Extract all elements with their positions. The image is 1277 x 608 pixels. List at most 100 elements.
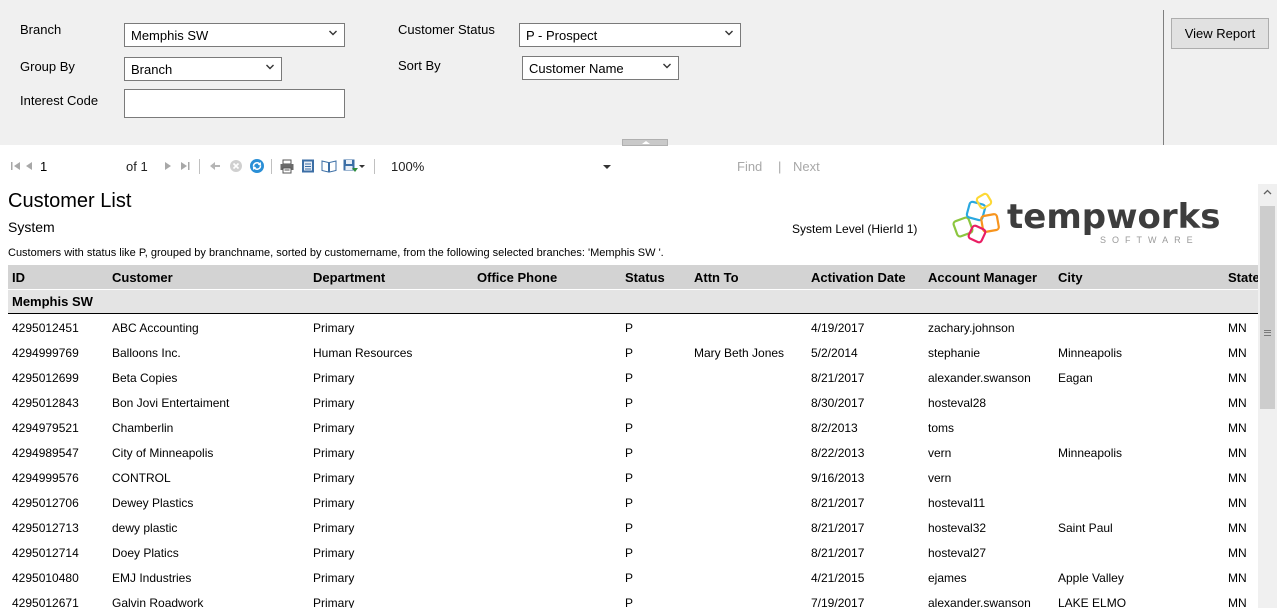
table-row: 4295012843 Bon Jovi Entertaiment Primary P 8… [8, 390, 1258, 415]
cell-status: P [625, 496, 634, 510]
report-description: Customers with status like P, grouped by… [8, 247, 664, 259]
cell-id: 4294989547 [12, 446, 79, 460]
column-header-state: State [1228, 270, 1258, 285]
cell-state: MN [1228, 596, 1247, 608]
zoom-select[interactable]: 100% [391, 159, 424, 174]
cell-status: P [625, 321, 634, 335]
table-row: 4295012714 Doey Platics Primary P 8/21/2017 h… [8, 540, 1258, 565]
cell-state: MN [1228, 346, 1247, 360]
column-header-status: Status [625, 270, 665, 285]
branch-select[interactable]: Memphis SW [124, 23, 345, 47]
customer-status-select[interactable]: P - Prospect [519, 23, 741, 47]
group-by-select[interactable]: Branch [124, 57, 282, 81]
cell-activation-date: 8/22/2013 [811, 446, 865, 460]
parameter-divider [1163, 10, 1164, 145]
next-link[interactable]: Next [793, 159, 820, 174]
cell-id: 4295012706 [12, 496, 79, 510]
previous-page-icon[interactable] [21, 158, 37, 174]
cell-activation-date: 4/21/2015 [811, 571, 865, 585]
system-level-label: System Level (HierId 1) [792, 222, 918, 236]
cell-id: 4294979521 [12, 421, 79, 435]
cell-state: MN [1228, 396, 1247, 410]
cell-activation-date: 8/21/2017 [811, 521, 865, 535]
cell-department: Primary [313, 421, 355, 435]
table-row: 4295012451 ABC Accounting Primary P 4/19/201… [8, 315, 1258, 340]
cell-state: MN [1228, 496, 1247, 510]
cell-account-manager: stephanie [928, 346, 981, 360]
cell-state: MN [1228, 321, 1247, 335]
cell-department: Primary [313, 571, 355, 585]
cell-customer: Doey Platics [112, 546, 179, 560]
last-page-icon[interactable] [177, 158, 193, 174]
cell-department: Primary [313, 496, 355, 510]
scrollbar-thumb[interactable] [1260, 206, 1275, 409]
table-body: 4295012451 ABC Accounting Primary P 4/19/201… [8, 315, 1258, 608]
cell-account-manager: hosteval27 [928, 546, 987, 560]
column-header-department: Department [313, 270, 386, 285]
view-report-button[interactable]: View Report [1171, 18, 1269, 49]
back-to-parent-icon[interactable] [207, 158, 223, 174]
scroll-up-icon[interactable] [1263, 188, 1272, 197]
find-link[interactable]: Find [737, 159, 762, 174]
cell-activation-date: 8/30/2017 [811, 396, 865, 410]
sort-by-label: Sort By [398, 58, 441, 73]
table-row: 4294999769 Balloons Inc. Human Resources P M… [8, 340, 1258, 365]
cell-account-manager: hosteval28 [928, 396, 987, 410]
zoom-dropdown-icon[interactable] [602, 158, 612, 174]
print-layout-icon[interactable] [300, 158, 316, 174]
group-header-row: Memphis SW [8, 290, 1258, 314]
print-icon[interactable] [279, 158, 295, 174]
cell-state: MN [1228, 371, 1247, 385]
customer-status-select-value: P - Prospect [526, 28, 598, 43]
cell-id: 4294999576 [12, 471, 79, 485]
cell-department: Primary [313, 446, 355, 460]
cell-city: Minneapolis [1058, 346, 1123, 360]
cell-state: MN [1228, 521, 1247, 535]
refresh-icon[interactable] [249, 158, 265, 174]
cell-status: P [625, 596, 634, 608]
group-name: Memphis SW [12, 294, 93, 309]
scrollbar-grip-icon [1264, 330, 1271, 336]
cell-status: P [625, 446, 634, 460]
chevron-down-icon [329, 30, 337, 36]
chevron-down-icon [725, 30, 733, 36]
vertical-scrollbar[interactable] [1258, 184, 1277, 608]
cell-account-manager: alexander.swanson [928, 596, 1031, 608]
cell-status: P [625, 471, 634, 485]
cell-state: MN [1228, 546, 1247, 560]
stop-icon[interactable] [228, 158, 244, 174]
cell-state: MN [1228, 571, 1247, 585]
cell-customer: Balloons Inc. [112, 346, 181, 360]
next-page-icon[interactable] [160, 158, 176, 174]
column-header-office-phone: Office Phone [477, 270, 558, 285]
cell-status: P [625, 571, 634, 585]
cell-status: P [625, 396, 634, 410]
sort-by-select-value: Customer Name [529, 61, 624, 76]
interest-code-input[interactable] [124, 89, 345, 118]
cell-id: 4295012713 [12, 521, 79, 535]
cell-account-manager: ejames [928, 571, 967, 585]
table-row: 4294989547 City of Minneapolis Primary P 8/2… [8, 440, 1258, 465]
page-setup-icon[interactable] [321, 158, 337, 174]
cell-customer: Galvin Roadwork [112, 596, 204, 608]
find-text-input[interactable] [632, 156, 722, 176]
cell-department: Primary [313, 371, 355, 385]
column-header-account-manager: Account Manager [928, 270, 1038, 285]
cell-id: 4295012843 [12, 396, 79, 410]
cell-account-manager: vern [928, 471, 952, 485]
column-header-customer: Customer [112, 270, 173, 285]
cell-id: 4294999769 [12, 346, 79, 360]
cell-id: 4295010480 [12, 571, 79, 585]
column-header-activation-date: Activation Date [811, 270, 906, 285]
export-dropdown-icon[interactable] [358, 158, 366, 174]
export-save-icon[interactable] [342, 158, 358, 174]
cell-customer: EMJ Industries [112, 571, 192, 585]
table-row: 4295012706 Dewey Plastics Primary P 8/21/201… [8, 490, 1258, 515]
cell-status: P [625, 421, 634, 435]
cell-activation-date: 5/2/2014 [811, 346, 858, 360]
cell-activation-date: 8/2/2013 [811, 421, 858, 435]
page-number-input[interactable]: 1 [40, 157, 70, 175]
cell-city: LAKE ELMO [1058, 596, 1127, 608]
sort-by-select[interactable]: Customer Name [522, 56, 679, 80]
collapse-parameters-handle[interactable] [622, 139, 668, 146]
